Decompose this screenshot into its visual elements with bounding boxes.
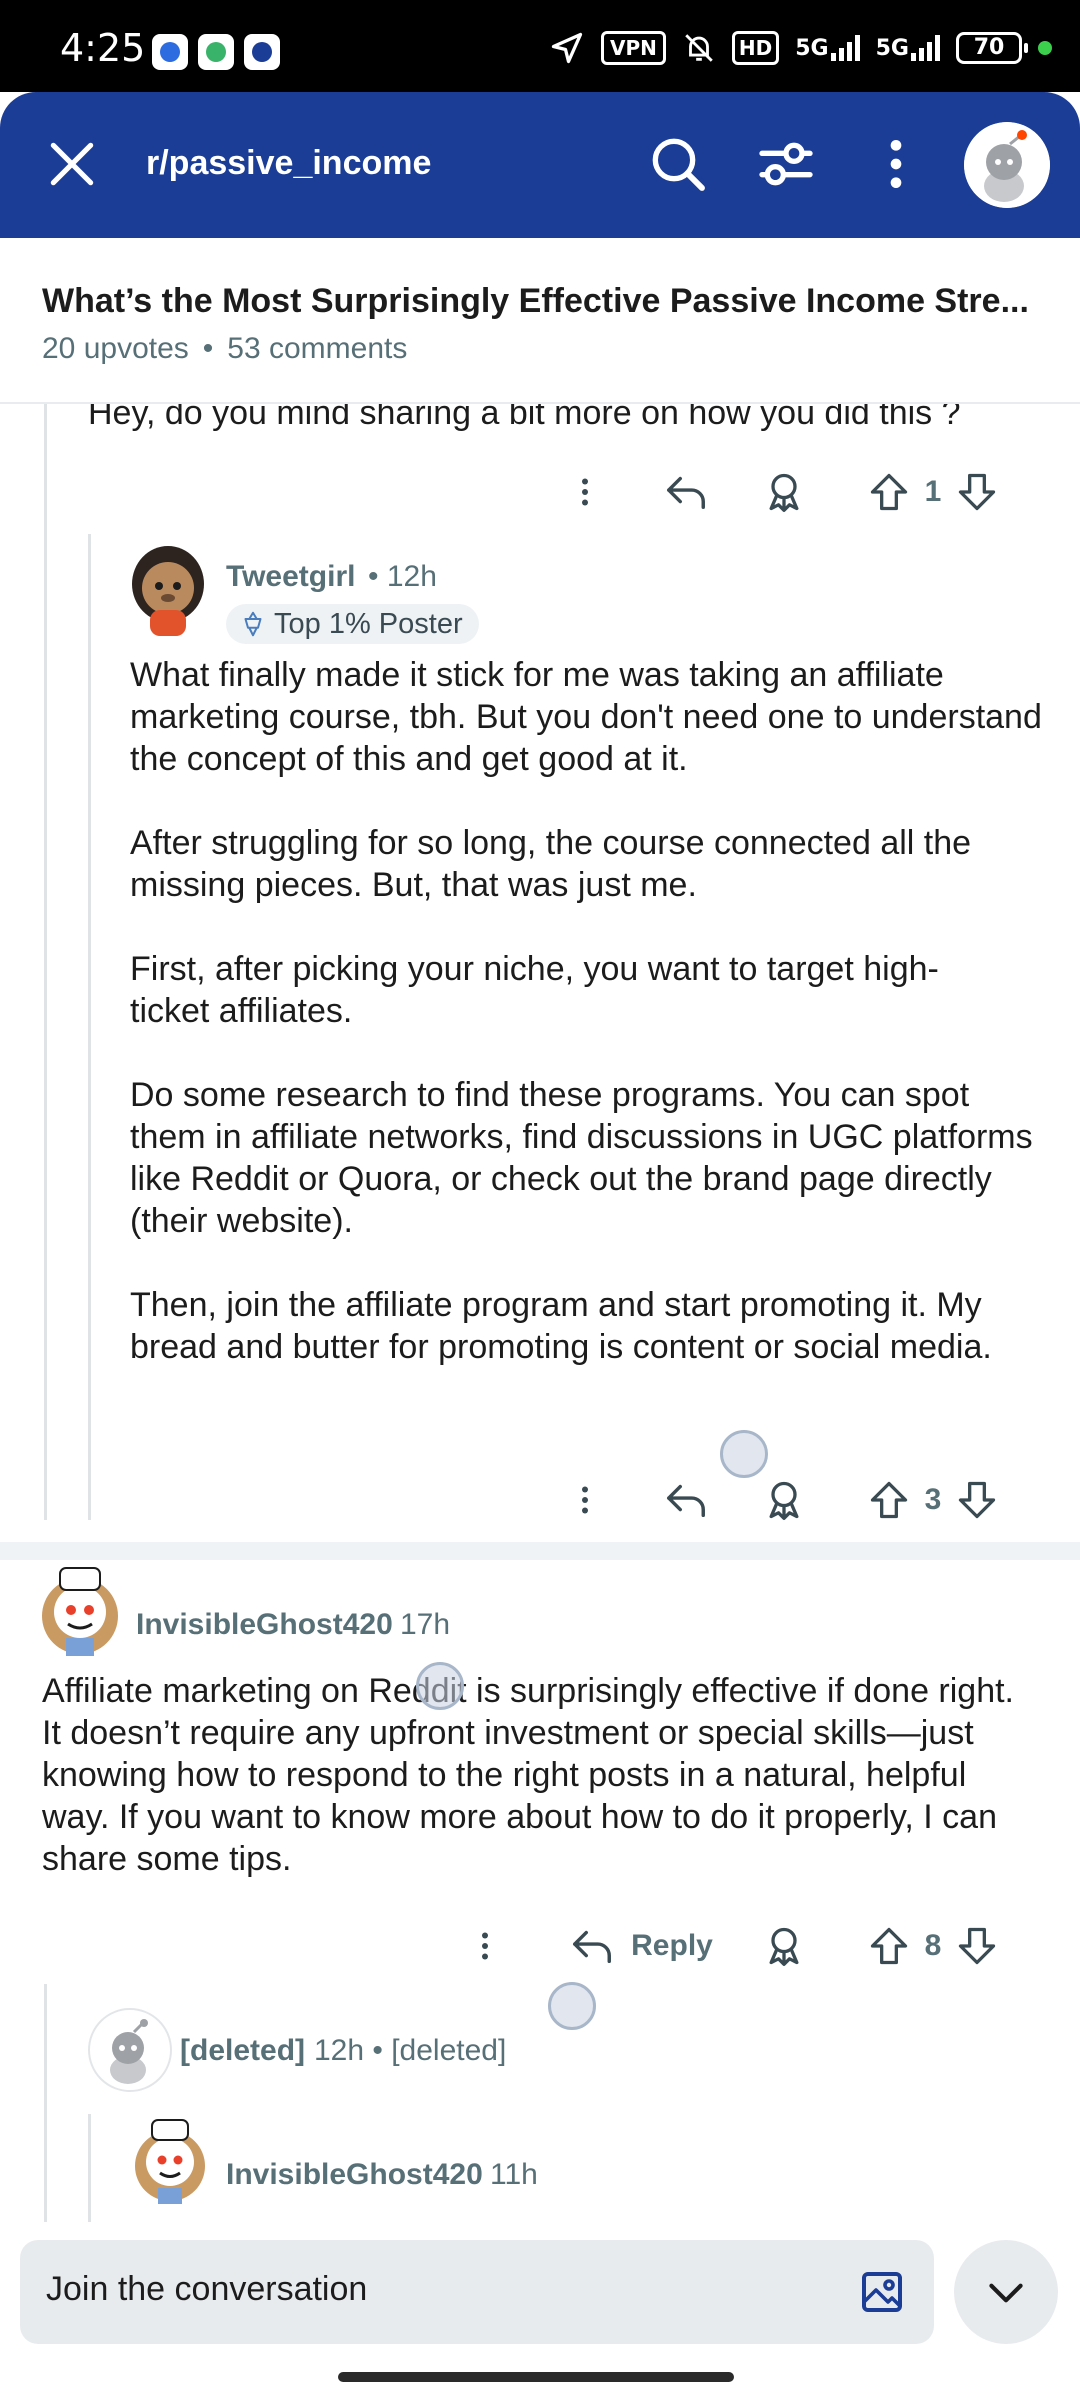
avatar[interactable] [130, 2112, 210, 2208]
touch-indicator [548, 1982, 596, 2030]
network-label-2: 5G [875, 36, 909, 61]
composer-placeholder[interactable]: Join the conversation [46, 2270, 367, 2309]
comment-feed[interactable]: Hey, do you mind sharing a bit more on h… [0, 404, 1080, 2222]
upvote-icon[interactable] [864, 462, 914, 522]
comment-paragraph: Then, join the affiliate program and sta… [130, 1286, 992, 1366]
close-icon[interactable] [44, 136, 100, 192]
upvote-icon[interactable] [864, 1916, 914, 1976]
more-vertical-icon[interactable] [864, 132, 928, 196]
status-time: 4:25 [60, 26, 146, 70]
collapse-button[interactable] [954, 2240, 1058, 2344]
comment-time: 11h [490, 2158, 538, 2191]
trophy-icon [244, 611, 262, 637]
downvote-icon[interactable] [952, 462, 1002, 522]
user-flair: Top 1% Poster [226, 604, 479, 644]
reply-icon [573, 1930, 612, 1964]
comment-composer[interactable]: Join the conversation [20, 2240, 934, 2344]
vote-score: 8 [924, 1929, 942, 1962]
comment-actions: 1 [540, 462, 1020, 522]
thread-line [44, 404, 47, 1520]
comment-actions: Reply 8 [440, 1916, 1020, 1976]
hd-badge: HD [731, 31, 780, 65]
more-options-icon[interactable] [540, 462, 630, 522]
comment-time: 12h • [deleted] [314, 2034, 507, 2067]
subreddit-name[interactable]: r/passive_income [146, 144, 431, 183]
chevron-down-icon [989, 2283, 1023, 2303]
award-icon[interactable] [754, 462, 814, 522]
app-header: r/passive_income [0, 92, 1080, 238]
comment-author[interactable]: Tweetgirl [226, 560, 355, 594]
post-header[interactable]: What’s the Most Surprisingly Effective P… [0, 238, 1080, 404]
privacy-dot [1038, 41, 1052, 55]
thread-line [88, 2114, 91, 2222]
comment-body: Affiliate marketing on Reddit is surpris… [42, 1672, 1015, 1878]
thread-line [44, 1984, 47, 2222]
comment-author[interactable]: InvisibleGhost420 [226, 2158, 483, 2192]
signal-2: 5G [876, 35, 940, 61]
comment-count: 53 comments [227, 332, 408, 365]
more-options-icon[interactable] [540, 1470, 630, 1530]
battery-indicator: 70 [956, 32, 1028, 64]
thread-line [88, 534, 91, 1520]
comment-paragraph: What finally made it stick for me was ta… [130, 656, 1042, 778]
vote-score: 3 [924, 1483, 942, 1516]
network-label-1: 5G [795, 36, 829, 61]
search-icon[interactable] [646, 132, 710, 196]
image-icon[interactable] [858, 2268, 906, 2316]
reply-label: Reply [631, 1929, 713, 1962]
signal-1: 5G [795, 35, 860, 61]
reply-button[interactable]: Reply [556, 1916, 726, 1976]
status-indicators: VPN HD 5G 5G 70 [549, 28, 1052, 68]
more-options-icon[interactable] [440, 1916, 530, 1976]
thread-divider [0, 1542, 1080, 1560]
home-indicator[interactable] [338, 2372, 734, 2382]
post-meta: 20 upvotes • 53 comments [42, 332, 407, 366]
avatar[interactable] [128, 540, 208, 638]
flair-text: Top 1% Poster [274, 607, 463, 640]
comment-body: What finally made it stick for me was ta… [130, 654, 1050, 1368]
status-bar: 4:25 VPN HD 5G 5G 70 [0, 0, 1080, 92]
avatar[interactable] [88, 2008, 172, 2092]
comment-time: 17h [400, 1608, 451, 1641]
comment-actions: 3 [540, 1470, 1020, 1530]
post-title[interactable]: What’s the Most Surprisingly Effective P… [42, 282, 1029, 321]
notification-icon-2 [198, 34, 234, 70]
vote-score: 1 [924, 475, 942, 508]
downvote-icon[interactable] [952, 1470, 1002, 1530]
comment-paragraph: First, after picking your niche, you wan… [130, 950, 939, 1030]
mute-bell-icon [685, 34, 713, 62]
avatar[interactable] [36, 1560, 124, 1660]
comment-body: Hey, do you mind sharing a bit more on h… [88, 404, 961, 432]
award-icon[interactable] [754, 1470, 814, 1530]
reply-icon[interactable] [656, 462, 716, 522]
downvote-icon[interactable] [952, 1916, 1002, 1976]
comment-author: [deleted] [180, 2034, 306, 2067]
notification-icon-3 [244, 34, 280, 70]
comment-author[interactable]: InvisibleGhost420 [136, 1608, 393, 1642]
touch-indicator [720, 1430, 768, 1478]
user-avatar[interactable] [964, 122, 1050, 208]
comment-time: • 12h [368, 560, 437, 593]
sort-filter-icon[interactable] [754, 132, 818, 196]
touch-indicator [416, 1662, 464, 1710]
upvote-icon[interactable] [864, 1470, 914, 1530]
award-icon[interactable] [754, 1916, 814, 1976]
meta-separator: • [202, 332, 214, 365]
reply-icon[interactable] [656, 1470, 716, 1530]
vpn-badge: VPN [601, 31, 666, 65]
location-icon [551, 32, 583, 64]
upvote-count: 20 upvotes [42, 332, 189, 365]
notification-icon-1 [152, 34, 188, 70]
comment-paragraph: Do some research to find these programs.… [130, 1076, 1033, 1240]
comment-paragraph: After struggling for so long, the course… [130, 824, 972, 904]
